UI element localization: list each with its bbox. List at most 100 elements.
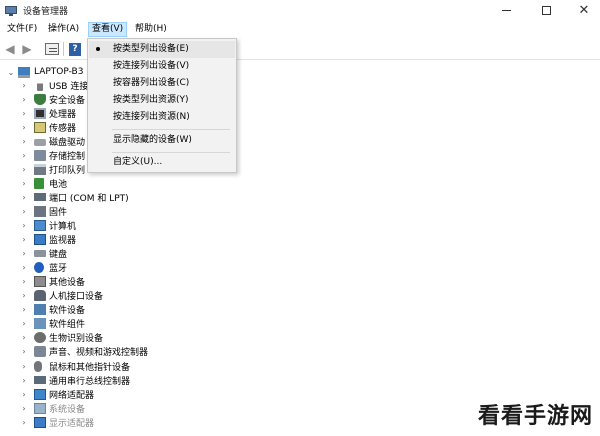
monitor-icon xyxy=(34,234,46,246)
shield-icon xyxy=(34,93,46,105)
expand-chevron-icon[interactable]: › xyxy=(20,390,28,399)
printer-icon xyxy=(34,163,46,175)
tree-item-label: 处理器 xyxy=(49,109,77,120)
expand-chevron-icon[interactable]: › xyxy=(20,221,28,230)
tree-item-label: 端口 (COM 和 LPT) xyxy=(49,193,129,204)
forward-arrow-icon: ▶ xyxy=(22,42,32,56)
expand-chevron-icon[interactable]: › xyxy=(20,277,28,286)
network-adapter-icon xyxy=(34,388,46,400)
tree-item-label: 其他设备 xyxy=(49,278,86,289)
tree-item-label: 安全设备 xyxy=(49,95,86,106)
usb-icon xyxy=(37,79,43,91)
firmware-icon xyxy=(34,205,46,217)
view-menu-item-label: 按连接列出资源(N) xyxy=(113,112,190,122)
tree-item-label: 键盘 xyxy=(49,250,68,261)
tree-item-label: USB 连接 xyxy=(49,81,89,92)
expand-chevron-icon[interactable]: › xyxy=(20,249,28,258)
view-menu-item-customize[interactable]: 自定义(U)... xyxy=(89,154,235,171)
view-menu-item-resources-by-type[interactable]: 按类型列出资源(Y) xyxy=(89,92,235,109)
expand-chevron-icon[interactable]: › xyxy=(20,165,28,174)
tree-item-label: 软件设备 xyxy=(49,306,86,317)
tree-item-label: 系统设备 xyxy=(49,404,86,415)
expand-chevron-icon[interactable]: › xyxy=(20,362,28,371)
expand-chevron-icon[interactable]: › xyxy=(20,418,28,427)
view-menu-item-by-connection[interactable]: 按连接列出设备(V) xyxy=(89,58,235,75)
tree-item-label: 计算机 xyxy=(49,222,77,232)
expand-chevron-icon[interactable]: › xyxy=(20,109,28,118)
menu-action[interactable]: 操作(A) xyxy=(45,22,82,37)
keyboard-icon xyxy=(34,250,46,258)
display-adapter-icon xyxy=(34,416,46,428)
view-menu-item-label: 显示隐藏的设备(W) xyxy=(113,135,192,145)
expand-chevron-icon[interactable]: › xyxy=(20,137,28,146)
expand-chevron-icon[interactable]: › xyxy=(20,95,28,104)
view-menu-dropdown: 按类型列出设备(E) 按连接列出设备(V) 按容器列出设备(C) 按类型列出资源… xyxy=(87,38,237,173)
close-button[interactable]: ✕ xyxy=(562,0,600,21)
mouse-icon xyxy=(34,360,42,372)
minimize-button[interactable] xyxy=(484,0,528,21)
system-device-icon xyxy=(34,402,46,414)
view-menu-item-label: 按类型列出设备(E) xyxy=(113,44,189,54)
menu-view[interactable]: 查看(V) xyxy=(88,22,128,37)
view-menu-item-label: 按容器列出设备(C) xyxy=(113,78,190,88)
tree-item-label: 蓝牙 xyxy=(49,264,68,275)
expand-chevron-icon[interactable]: › xyxy=(20,207,28,216)
expand-chevron-icon[interactable]: › xyxy=(20,291,28,300)
view-menu-item-label: 按连接列出设备(V) xyxy=(113,61,190,71)
tree-item-label: 打印队列 xyxy=(49,165,86,176)
back-arrow-icon: ◀ xyxy=(5,42,15,56)
menu-file[interactable]: 文件(F) xyxy=(4,22,40,37)
usb-controller-icon xyxy=(34,376,46,385)
bluetooth-icon xyxy=(34,262,44,274)
tree-item-label: 人机接口设备 xyxy=(49,292,104,303)
view-menu-item-label: 自定义(U)... xyxy=(113,157,163,167)
expand-chevron-icon[interactable]: › xyxy=(20,263,28,272)
disk-icon xyxy=(34,138,46,146)
tree-item-label: 通用串行总线控制器 xyxy=(49,376,131,387)
tree-item-label: 电池 xyxy=(49,179,68,190)
view-menu-item-show-hidden[interactable]: 显示隐藏的设备(W) xyxy=(89,132,235,149)
view-menu-item-label: 按类型列出资源(Y) xyxy=(113,95,189,105)
expand-chevron-icon[interactable]: › xyxy=(20,319,28,328)
tree-item-label: 生物识别设备 xyxy=(49,334,104,345)
checked-bullet-icon xyxy=(96,47,100,51)
expand-chevron-icon[interactable]: › xyxy=(20,151,28,160)
laptop-icon xyxy=(18,66,30,78)
storage-icon xyxy=(34,149,46,161)
menu-help[interactable]: 帮助(H) xyxy=(132,22,170,37)
tree-item-label: 软件组件 xyxy=(49,320,86,331)
expand-chevron-icon[interactable]: › xyxy=(20,193,28,202)
expand-chevron-icon[interactable]: › xyxy=(20,179,28,188)
view-menu-item-resources-by-connection[interactable]: 按连接列出资源(N) xyxy=(89,109,235,126)
forward-button[interactable]: ▶ xyxy=(20,42,34,56)
help-button[interactable]: ? xyxy=(68,42,82,56)
device-manager-icon xyxy=(5,5,17,17)
tree-item-label: 声音、视频和游戏控制器 xyxy=(49,348,149,359)
expand-chevron-icon[interactable]: › xyxy=(20,333,28,342)
properties-button[interactable] xyxy=(44,42,60,56)
collapse-chevron-icon[interactable]: ⌄ xyxy=(7,68,15,77)
tree-item-label: 网络适配器 xyxy=(49,390,95,401)
expand-chevron-icon[interactable]: › xyxy=(20,81,28,90)
toolbar-separator xyxy=(63,42,64,56)
audio-icon xyxy=(34,346,46,358)
view-menu-item-by-type[interactable]: 按类型列出设备(E) xyxy=(89,41,235,58)
expand-chevron-icon[interactable]: › xyxy=(20,347,28,356)
help-icon: ? xyxy=(69,42,81,56)
tree-item-label: 鼠标和其他指针设备 xyxy=(49,362,131,373)
software-device-icon xyxy=(34,304,46,316)
back-button[interactable]: ◀ xyxy=(3,42,17,56)
tree-item-label: 显示适配器 xyxy=(49,418,95,429)
close-icon: ✕ xyxy=(578,3,590,18)
tree-item-label: 存储控制 xyxy=(49,151,86,162)
expand-chevron-icon[interactable]: › xyxy=(20,123,28,132)
expand-chevron-icon[interactable]: › xyxy=(20,404,28,413)
view-menu-item-by-container[interactable]: 按容器列出设备(C) xyxy=(89,75,235,92)
expand-chevron-icon[interactable]: › xyxy=(20,235,28,244)
expand-chevron-icon[interactable]: › xyxy=(20,376,28,385)
sensor-icon xyxy=(34,121,46,133)
software-component-icon xyxy=(34,318,46,330)
minimize-icon xyxy=(501,10,511,11)
watermark: 看看手游网 xyxy=(478,404,594,429)
expand-chevron-icon[interactable]: › xyxy=(20,305,28,314)
